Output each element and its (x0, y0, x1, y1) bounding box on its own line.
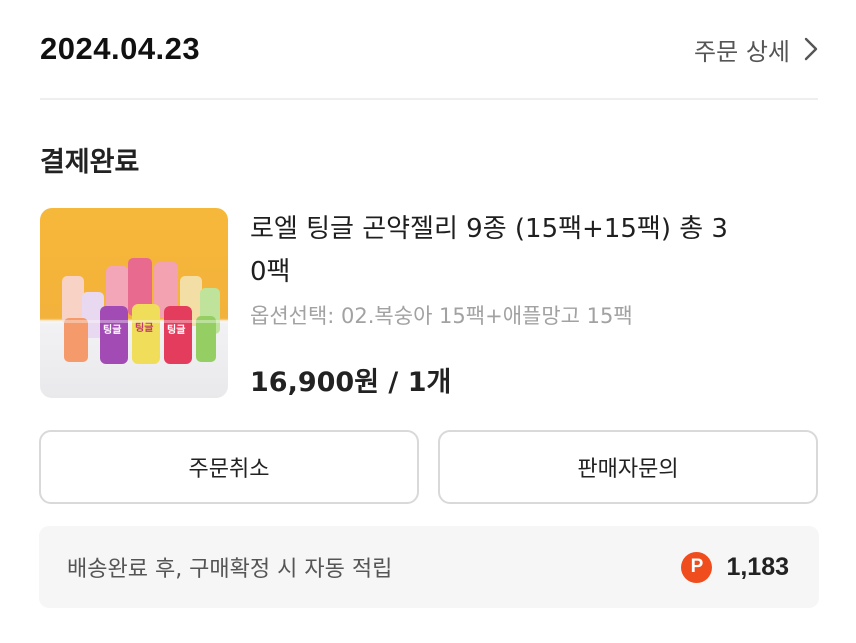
product-price: 16,900원 / 1개 (250, 367, 452, 398)
product-name-line1: 로엘 팅글 곤약젤리 9종 (15팩+15팩) 총 3 (250, 214, 728, 244)
product-info: 로엘 팅글 곤약젤리 9종 (15팩+15팩) 총 3 0팩 옵션선택: 02.… (250, 208, 818, 400)
order-status: 결제완료 (40, 147, 140, 178)
pouch-label: 팅글 (103, 323, 121, 336)
points-description: 배송완료 후, 구매확정 시 자동 적립 (67, 557, 393, 582)
chevron-right-icon (804, 37, 818, 61)
order-date: 2024.04.23 (40, 31, 201, 66)
order-header: 2024.04.23 주문 상세 (40, 0, 818, 100)
product-name-line2: 0팩 (250, 257, 291, 287)
pouch-label: 팅글 (167, 323, 185, 336)
points-info-box: 배송완료 후, 구매확정 시 자동 적립 P 1,183 (39, 526, 819, 608)
product-card[interactable]: 팅글 팅글 팅글 로엘 팅글 곤약젤리 9종 (15팩+15팩) 총 3 0팩 … (40, 208, 818, 400)
product-thumbnail[interactable]: 팅글 팅글 팅글 (40, 208, 228, 398)
product-name[interactable]: 로엘 팅글 곤약젤리 9종 (15팩+15팩) 총 3 0팩 (250, 208, 818, 294)
product-option: 옵션선택: 02.복숭아 15팩+애플망고 15팩 (250, 304, 633, 328)
point-icon: P (681, 551, 713, 583)
order-detail-link[interactable]: 주문 상세 (694, 32, 818, 67)
points-amount: 1,183 (726, 552, 789, 581)
order-detail-label: 주문 상세 (694, 37, 790, 66)
seller-inquiry-button[interactable]: 판매자문의 (438, 430, 818, 504)
points-value: P 1,183 (681, 551, 789, 583)
cancel-order-button[interactable]: 주문취소 (39, 430, 419, 504)
